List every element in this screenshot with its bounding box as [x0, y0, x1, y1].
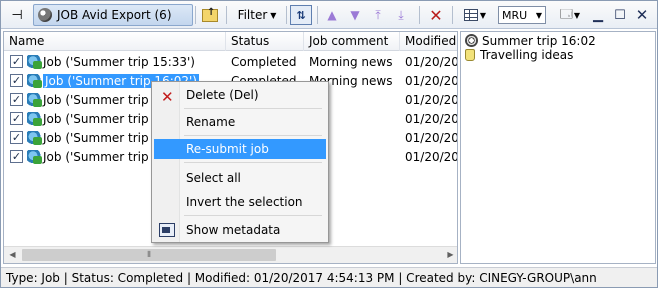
menu-item-show-metadata[interactable]: Show metadata	[154, 220, 326, 240]
pin-icon[interactable]: ⊣	[3, 5, 31, 25]
move-down-button[interactable]: ▼	[346, 5, 364, 25]
view-mode-button[interactable]: ▼	[459, 5, 491, 25]
move-top-icon: ⤒	[375, 7, 381, 22]
toolbar-separator	[226, 6, 227, 24]
metadata-icon	[159, 223, 175, 237]
details-item[interactable]: Summer trip 16:02	[465, 34, 596, 49]
row-checkbox[interactable]: ✓	[10, 74, 23, 87]
menu-separator	[184, 215, 322, 216]
row-comment: Morning news	[309, 55, 393, 69]
row-checkbox[interactable]: ✓	[10, 93, 23, 106]
column-header-modified[interactable]: Modified	[400, 32, 457, 51]
chevron-down-icon: ▼	[479, 10, 487, 20]
filter-label: Filter	[237, 8, 268, 22]
move-down-icon: ▼	[350, 8, 360, 22]
details-item-label: Travelling ideas	[480, 48, 574, 62]
row-name: Job ('Summer trip 15:33')	[43, 55, 195, 69]
details-item-label: Summer trip 16:02	[482, 34, 596, 48]
chevron-down-icon: ▼	[535, 10, 542, 20]
menu-item-label: Invert the selection	[186, 195, 303, 209]
toolbar-separator	[317, 6, 318, 24]
row-modified: 01/20/201	[405, 55, 457, 69]
status-bar: Type: Job | Status: Completed | Modified…	[1, 267, 657, 287]
row-checkbox[interactable]: ✓	[10, 55, 23, 68]
window-title: JOB Avid Export (6)	[57, 8, 172, 22]
move-bottom-icon: ⤓	[398, 7, 404, 22]
scroll-thumb[interactable]: ⦀	[22, 249, 276, 261]
sort-button[interactable]: ⇅	[290, 5, 312, 25]
row-modified: 01/20/201	[405, 93, 457, 107]
mru-dropdown[interactable]: MRU ▼	[498, 6, 546, 24]
column-header-status[interactable]: Status	[226, 32, 304, 51]
sort-icon: ⇅	[296, 8, 306, 22]
minimize-button[interactable]: ▁	[589, 5, 607, 25]
menu-item-label: Show metadata	[186, 223, 281, 237]
menu-item-label: Re-submit job	[186, 142, 269, 156]
film-reel-icon	[465, 34, 478, 47]
scroll-right-icon[interactable]: ▶	[442, 247, 457, 263]
horizontal-scrollbar[interactable]: ◀ ⦀ ▶	[4, 246, 457, 263]
maximize-icon: ☐	[614, 7, 626, 23]
context-menu: ✕ Delete (Del) Rename Re-submit job Sele…	[151, 81, 329, 243]
chevron-down-icon: ▼	[270, 10, 277, 20]
move-up-button[interactable]: ▲	[323, 5, 341, 25]
maximize-button[interactable]: ☐	[611, 5, 629, 25]
row-checkbox[interactable]: ✓	[10, 131, 23, 144]
metadata-icon: 🗔	[559, 6, 573, 21]
delete-icon: ✕	[161, 88, 174, 106]
delete-button[interactable]: ✕	[426, 5, 446, 25]
column-header-row: Name Status Job comment Modified	[4, 32, 457, 51]
menu-item-resubmit-job[interactable]: Re-submit job	[154, 139, 326, 159]
move-up-icon: ▲	[327, 8, 337, 22]
toolbar: ⊣ JOB Avid Export (6) Filter ▼ ⇅ ▲ ▼ ⤒ ⤓…	[1, 1, 657, 29]
menu-item-label: Select all	[186, 171, 241, 185]
move-top-button[interactable]: ⤒	[369, 5, 387, 25]
window-title-tab[interactable]: JOB Avid Export (6)	[33, 4, 193, 26]
row-modified: 01/20/201	[405, 112, 457, 126]
grid-view-icon	[463, 9, 478, 21]
close-icon: ✕	[635, 6, 649, 24]
move-bottom-button[interactable]: ⤓	[392, 5, 410, 25]
toolbar-separator	[452, 6, 453, 24]
folder-up-button[interactable]	[199, 5, 221, 25]
menu-item-label: Rename	[186, 115, 236, 129]
column-header-name[interactable]: Name	[4, 32, 226, 51]
mru-value: MRU	[502, 8, 528, 22]
row-checkbox[interactable]: ✓	[10, 112, 23, 125]
menu-item-invert-selection[interactable]: Invert the selection	[154, 192, 326, 212]
filter-button[interactable]: Filter ▼	[231, 5, 283, 25]
menu-separator	[184, 162, 322, 163]
app-window: ⊣ JOB Avid Export (6) Filter ▼ ⇅ ▲ ▼ ⤒ ⤓…	[0, 0, 658, 288]
close-button[interactable]: ✕	[633, 5, 651, 25]
chevron-down-icon: ▼	[573, 10, 581, 20]
toolbar-separator	[419, 6, 420, 24]
row-modified: 01/20/201	[405, 131, 457, 145]
row-checkbox[interactable]: ✓	[10, 150, 23, 163]
bin-icon	[38, 8, 52, 22]
menu-item-label: Delete (Del)	[186, 88, 259, 102]
minimize-icon: ▁	[593, 7, 603, 23]
menu-item-rename[interactable]: Rename	[154, 112, 326, 132]
folder-up-icon	[202, 7, 218, 22]
metadata-button[interactable]: 🗔 ▼	[554, 5, 586, 25]
details-item[interactable]: Travelling ideas	[465, 48, 573, 63]
menu-separator	[184, 108, 322, 109]
menu-item-delete[interactable]: ✕ Delete (Del)	[154, 85, 326, 106]
jar-icon	[465, 49, 475, 61]
menu-item-select-all[interactable]: Select all	[154, 168, 326, 188]
details-pane: Summer trip 16:02 Travelling ideas	[460, 31, 656, 264]
toolbar-separator	[195, 6, 196, 24]
delete-x-icon: ✕	[429, 5, 443, 25]
row-modified: 01/20/201	[405, 150, 457, 164]
toolbar-separator	[286, 6, 287, 24]
scroll-left-icon[interactable]: ◀	[4, 247, 21, 263]
row-modified: 01/20/201	[405, 74, 457, 88]
table-row[interactable]: ✓ Job ('Summer trip 15:33') Completed Mo…	[4, 53, 457, 71]
row-status: Completed	[231, 55, 297, 69]
column-header-comment[interactable]: Job comment	[304, 32, 400, 51]
menu-separator	[184, 135, 322, 136]
